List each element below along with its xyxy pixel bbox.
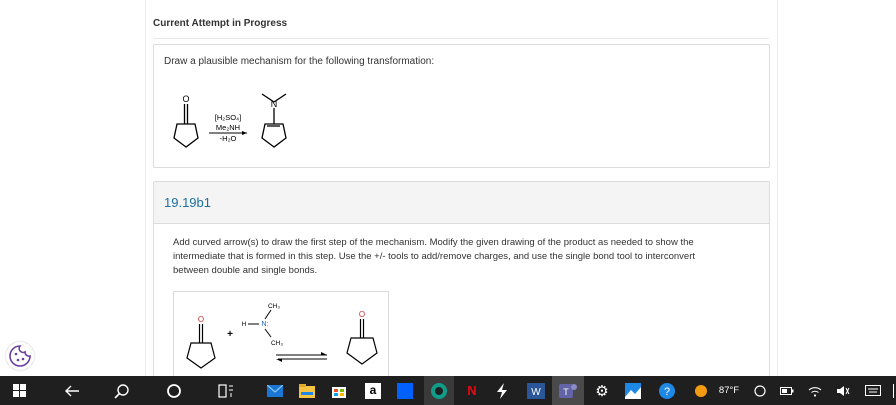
task-view-icon[interactable]: [212, 376, 240, 405]
question-box: Draw a plausible mechanism for the follo…: [153, 44, 770, 168]
n-ch3-top: [264, 309, 272, 320]
weather-icon[interactable]: [694, 376, 708, 405]
photos-icon[interactable]: [620, 376, 646, 405]
wifi-icon[interactable]: [806, 376, 824, 405]
reactant-ring: [173, 123, 199, 148]
search-icon[interactable]: [108, 376, 136, 405]
weather-temperature[interactable]: 87°F: [712, 376, 746, 405]
cortana-icon[interactable]: [160, 376, 188, 405]
left-ring: [186, 342, 216, 369]
file-explorer-icon[interactable]: [294, 376, 320, 405]
left-oxygen[interactable]: O: [198, 315, 204, 324]
mechanism-drawing: O + CH₃ H N: CH₃ O: [186, 303, 378, 369]
settings-icon[interactable]: ⚙: [590, 376, 614, 405]
part-title[interactable]: 19.19b1: [164, 195, 211, 210]
spark-icon[interactable]: [490, 376, 514, 405]
weather-temperature-text: 87°F: [718, 385, 740, 396]
show-desktop-button[interactable]: [890, 376, 896, 405]
reagent-water: -H₂O: [220, 134, 237, 143]
store-icon[interactable]: [326, 376, 352, 405]
divider: [153, 38, 769, 39]
edge-icon[interactable]: [424, 376, 454, 405]
product-nitrogen: N: [271, 99, 278, 109]
attempt-header: Current Attempt in Progress: [153, 18, 288, 29]
methyl-bottom[interactable]: CH₃: [271, 340, 283, 347]
windows-start-icon[interactable]: [8, 376, 32, 405]
right-ring: [346, 337, 378, 365]
methyl-top[interactable]: CH₃: [268, 303, 280, 310]
reaction-scheme: O [H₂SO₄] Me₂NH -H₂O N: [173, 93, 287, 148]
left-ketone[interactable]: [186, 324, 216, 369]
product-ring: [261, 123, 287, 148]
hydrogen-atom[interactable]: H: [242, 321, 247, 328]
mail-icon[interactable]: [262, 376, 288, 405]
part-header[interactable]: 19.19b1: [154, 182, 769, 224]
right-ketone[interactable]: [346, 319, 378, 365]
netflix-icon[interactable]: N: [460, 376, 484, 405]
volume-icon[interactable]: [834, 376, 852, 405]
right-oxygen[interactable]: O: [359, 310, 365, 319]
battery-icon[interactable]: [778, 376, 796, 405]
n-ch3-bottom: [264, 328, 272, 338]
equilibrium-arrows: [276, 354, 327, 360]
taskbar: a N W T ⚙ ? 87°F: [0, 376, 896, 405]
amine-nitrogen[interactable]: N:: [262, 321, 269, 328]
reagent-amine: Me₂NH: [216, 123, 240, 132]
svg-text:W: W: [531, 387, 541, 398]
word-icon[interactable]: W: [522, 376, 550, 405]
keyboard-icon[interactable]: [862, 376, 884, 405]
svg-text:T: T: [563, 387, 569, 397]
question-prompt: Draw a plausible mechanism for the follo…: [164, 56, 435, 67]
meet-now-icon[interactable]: [752, 376, 768, 405]
reagent-acid: [H₂SO₄]: [215, 113, 241, 122]
reverse-arrowhead: [276, 359, 282, 362]
plus-sign: +: [227, 329, 233, 340]
reactant-oxygen: O: [182, 94, 189, 104]
dropbox-icon[interactable]: [392, 376, 418, 405]
reactant-molecule: [173, 104, 199, 148]
help-icon[interactable]: ?: [654, 376, 680, 405]
reaction-arrowhead: [242, 131, 247, 135]
page: Current Attempt in Progress Draw a plaus…: [0, 0, 896, 376]
cookie-settings-button[interactable]: [6, 342, 34, 370]
amazon-icon[interactable]: a: [360, 376, 386, 405]
part-box: 19.19b1 Add curved arrow(s) to draw the …: [153, 181, 770, 376]
part-instructions: Add curved arrow(s) to draw the first st…: [173, 237, 695, 276]
svg-text:?: ?: [664, 386, 670, 398]
teams-icon[interactable]: T: [552, 376, 584, 405]
drawing-canvas[interactable]: O + CH₃ H N: CH₃ O: [173, 291, 389, 376]
cookie-icon: [9, 345, 31, 367]
back-arrow-icon[interactable]: [58, 376, 86, 405]
